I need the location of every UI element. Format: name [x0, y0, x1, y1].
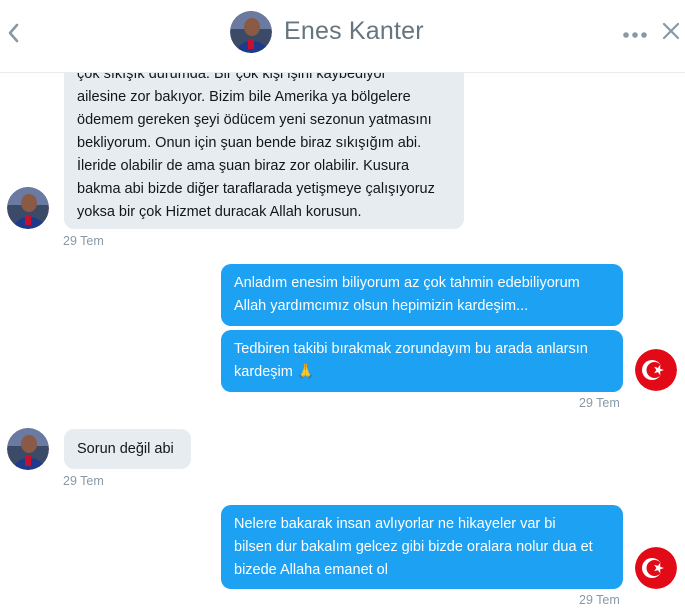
conversation-title[interactable]: Enes Kanter	[284, 17, 424, 46]
dm-conversation-window: çok sıkışık durumda. Bir çok kişi işini …	[0, 0, 685, 614]
message-timestamp: 29 Tem	[63, 474, 104, 488]
contact-avatar[interactable]	[230, 11, 272, 53]
close-icon	[662, 22, 680, 40]
message-bubble-sent[interactable]: Tedbiren takibi bırakmak zorundayım bu a…	[221, 330, 623, 392]
contact-avatar[interactable]	[7, 428, 49, 470]
message-bubble-received[interactable]: çok sıkışık durumda. Bir çok kişi işini …	[64, 48, 464, 229]
turkish-flag-icon	[635, 349, 677, 391]
chevron-left-icon	[8, 23, 19, 43]
message-timestamp: 29 Tem	[63, 234, 104, 248]
message-timestamp: 29 Tem	[579, 593, 620, 607]
message-bubble-sent[interactable]: Nelere bakarak insan avlıyorlar ne hikay…	[221, 505, 623, 589]
turkish-flag-icon	[635, 547, 677, 589]
contact-avatar[interactable]	[7, 187, 49, 229]
close-button[interactable]	[662, 22, 680, 40]
message-bubble-sent[interactable]: Anladım enesim biliyorum az çok tahmin e…	[221, 264, 623, 326]
contact-avatar-image	[7, 187, 49, 229]
more-dots-icon	[623, 32, 647, 38]
contact-avatar-image	[7, 428, 49, 470]
sender-avatar[interactable]	[635, 349, 677, 391]
more-options-button[interactable]	[622, 27, 648, 38]
message-bubble-received[interactable]: Sorun değil abi	[64, 429, 191, 469]
message-timestamp: 29 Tem	[579, 396, 620, 410]
contact-avatar-image	[230, 11, 272, 53]
conversation-header: Enes Kanter	[0, 0, 685, 73]
back-button[interactable]	[4, 19, 24, 47]
sender-avatar[interactable]	[635, 547, 677, 589]
